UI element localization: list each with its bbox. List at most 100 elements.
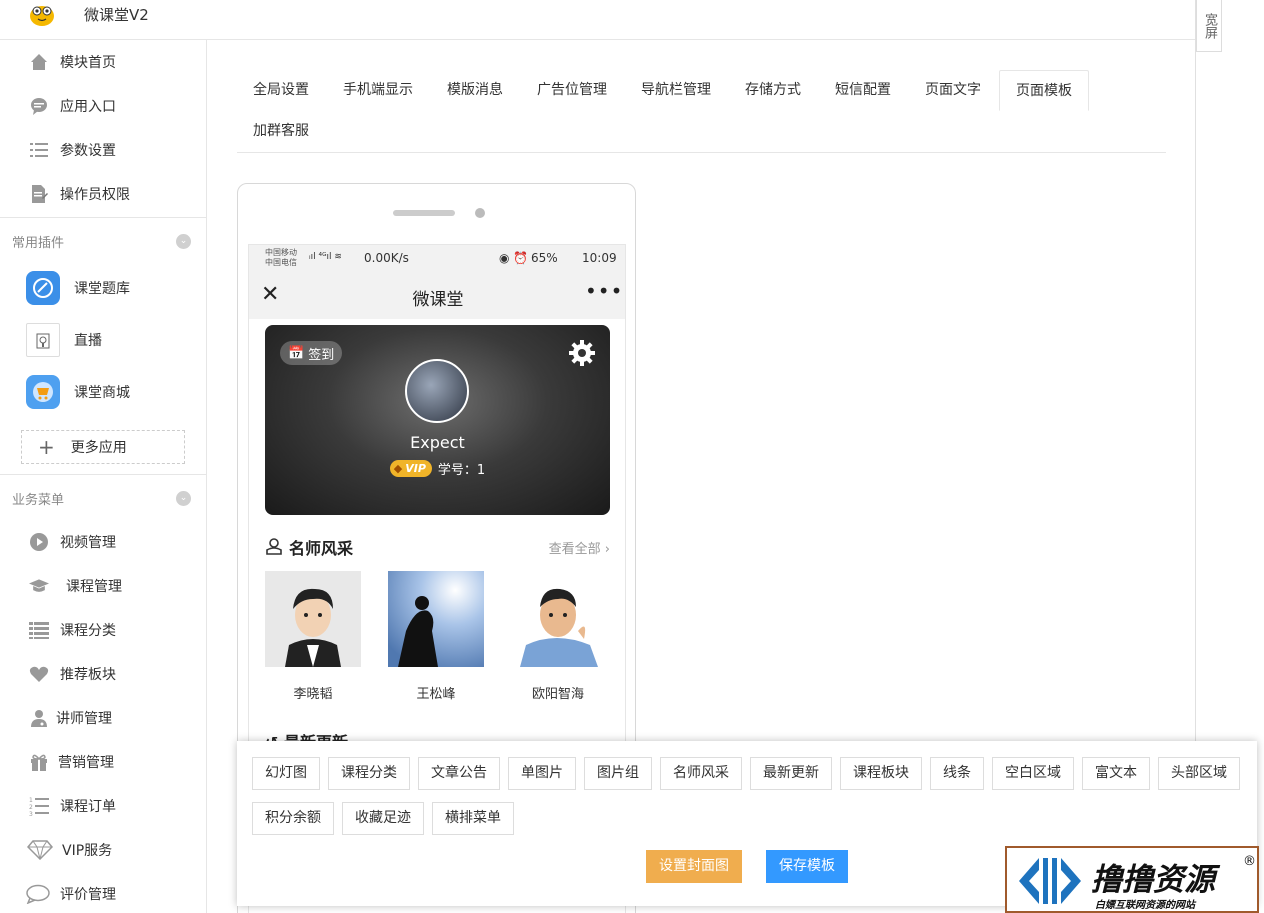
- battery-percent: 65%: [531, 251, 558, 265]
- sidebar-item-app-entry[interactable]: 应用入口: [0, 84, 206, 128]
- watermark-registered: ®: [1243, 854, 1256, 869]
- component-line[interactable]: 线条: [930, 757, 984, 790]
- tab-group-service[interactable]: 加群客服: [237, 111, 325, 152]
- teacher-photo: [388, 571, 484, 667]
- sidebar-item-course[interactable]: 课程管理: [0, 564, 206, 608]
- chat-bubble-icon: [28, 95, 50, 117]
- tab-page-text[interactable]: 页面文字: [909, 70, 997, 111]
- component-header-area[interactable]: 头部区域: [1158, 757, 1240, 790]
- business-collapse-toggle[interactable]: ⌄: [176, 491, 191, 506]
- component-course-category[interactable]: 课程分类: [328, 757, 410, 790]
- teacher-card[interactable]: 李晓韬: [265, 571, 361, 702]
- tab-ad-slots[interactable]: 广告位管理: [521, 70, 623, 111]
- vip-label: VIP: [405, 462, 426, 475]
- component-blank-area[interactable]: 空白区域: [992, 757, 1074, 790]
- sidebar-item-live[interactable]: 直播: [0, 314, 206, 366]
- tab-global[interactable]: 全局设置: [237, 70, 325, 111]
- sidebar-item-label: 直播: [74, 333, 102, 349]
- sidebar-item-mall[interactable]: 课堂商城: [0, 366, 206, 418]
- tab-storage[interactable]: 存储方式: [729, 70, 817, 111]
- component-latest[interactable]: 最新更新: [750, 757, 832, 790]
- component-image-group[interactable]: 图片组: [584, 757, 652, 790]
- save-template-button[interactable]: 保存模板: [766, 850, 848, 883]
- teacher-card[interactable]: 王松峰: [388, 571, 484, 702]
- wide-screen-toggle[interactable]: 宽屏: [1196, 0, 1222, 52]
- checkin-label: 签到: [308, 347, 335, 363]
- sidebar-item-review[interactable]: 评价管理: [0, 872, 206, 913]
- sidebar-item-label: 课堂商城: [74, 385, 130, 401]
- sidebar-item-video[interactable]: 视频管理: [0, 520, 206, 564]
- component-single-image[interactable]: 单图片: [508, 757, 576, 790]
- tab-navbar[interactable]: 导航栏管理: [625, 70, 727, 111]
- component-slideshow[interactable]: 幻灯图: [252, 757, 320, 790]
- component-horizontal-menu[interactable]: 横排菜单: [432, 802, 514, 835]
- teacher-photo: [510, 571, 606, 667]
- battery-icon: ◉ ⏰: [499, 251, 529, 265]
- vip-line: ◆ VIP 学号：1: [265, 459, 610, 478]
- sidebar-item-marketing[interactable]: 营销管理: [0, 740, 206, 784]
- network-speed: 0.00K/s: [364, 251, 409, 265]
- sidebar-item-label: 讲师管理: [56, 711, 112, 727]
- sidebar-item-label: 评价管理: [60, 887, 116, 903]
- avatar[interactable]: [405, 359, 469, 423]
- home-icon: [28, 51, 50, 73]
- calendar-icon: 📅: [288, 345, 305, 361]
- svg-text:3: 3: [29, 811, 33, 816]
- component-points-balance[interactable]: 积分余额: [252, 802, 334, 835]
- sidebar-item-label: 视频管理: [60, 535, 116, 551]
- tab-sms[interactable]: 短信配置: [819, 70, 907, 111]
- tab-template-msg[interactable]: 模版消息: [431, 70, 519, 111]
- teacher-name: 王松峰: [416, 687, 456, 702]
- business-group-title: 业务菜单: [12, 493, 65, 508]
- component-announcement[interactable]: 文章公告: [418, 757, 500, 790]
- view-all-link[interactable]: 查看全部 ›: [549, 538, 610, 557]
- plugins-collapse-toggle[interactable]: ⌄: [176, 234, 191, 249]
- component-favorites[interactable]: 收藏足迹: [342, 802, 424, 835]
- sidebar-item-params[interactable]: 参数设置: [0, 128, 206, 172]
- app-title: 微课堂V2: [84, 6, 149, 24]
- play-icon: [28, 531, 50, 553]
- sidebar-item-operator[interactable]: 操作员权限: [0, 172, 206, 216]
- gift-icon: [28, 751, 50, 773]
- teacher-photo: [265, 571, 361, 667]
- phone-nav-bar: ✕ 微课堂 •••: [249, 273, 625, 319]
- teacher-name: 李晓韬: [293, 687, 333, 702]
- component-course-block[interactable]: 课程板块: [840, 757, 922, 790]
- phone-camera: [475, 208, 485, 218]
- teacher-name: 欧阳智海: [531, 687, 584, 702]
- sidebar-item-teacher[interactable]: 讲师管理: [0, 696, 206, 740]
- username: Expect: [410, 433, 465, 452]
- sidebar-item-recommend[interactable]: 推荐板块: [0, 652, 206, 696]
- watermark-subtitle: 白嫖互联网资源的网站: [1095, 900, 1195, 911]
- set-cover-button[interactable]: 设置封面图: [646, 850, 742, 883]
- tab-mobile[interactable]: 手机端显示: [327, 70, 429, 111]
- checkin-button[interactable]: 📅 签到: [280, 341, 343, 365]
- sidebar-item-label: 课程分类: [60, 623, 116, 639]
- student-number: 学号：1: [437, 463, 486, 478]
- sidebar-item-home[interactable]: 模块首页: [0, 40, 206, 84]
- component-teachers[interactable]: 名师风采: [660, 757, 742, 790]
- sidebar-item-quiz[interactable]: 课堂题库: [0, 262, 206, 314]
- sidebar-item-category[interactable]: 课程分类: [0, 608, 206, 652]
- teacher-card[interactable]: 欧阳智海: [510, 571, 606, 702]
- sidebar-divider: [0, 217, 206, 218]
- sidebar-item-label: 推荐板块: [60, 667, 116, 683]
- component-rich-text[interactable]: 富文本: [1082, 757, 1150, 790]
- watermark-emblem-icon: [1019, 858, 1081, 904]
- more-apps-button[interactable]: + 更多应用: [21, 430, 185, 464]
- sidebar-item-label: 参数设置: [60, 143, 116, 159]
- sidebar-item-orders[interactable]: 123 课程订单: [0, 784, 206, 828]
- more-icon[interactable]: •••: [585, 279, 623, 303]
- svg-text:2: 2: [29, 804, 33, 811]
- diamond-icon: [26, 839, 54, 861]
- settings-tabs: 全局设置 手机端显示 模版消息 广告位管理 导航栏管理 存储方式 短信配置 页面…: [237, 70, 1166, 153]
- tab-page-template[interactable]: 页面模板: [999, 70, 1089, 111]
- carrier-label: 中国移动 中国电信: [265, 248, 297, 267]
- gear-icon[interactable]: [568, 339, 596, 367]
- more-apps-label: 更多应用: [70, 440, 127, 456]
- sidebar-item-vip[interactable]: VIP服务: [0, 828, 206, 872]
- sidebar-item-label: 应用入口: [60, 99, 116, 115]
- teacher-icon: [266, 538, 282, 555]
- plus-icon: +: [38, 435, 55, 459]
- phone-speaker: [393, 210, 455, 216]
